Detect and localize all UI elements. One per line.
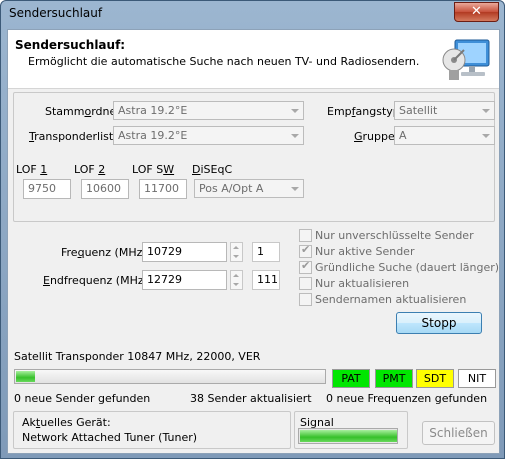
device-label: Aktuelles Gerät: (22, 416, 111, 429)
frequenz-spinner[interactable] (230, 242, 243, 262)
frequenz-step[interactable]: 1 (252, 242, 280, 262)
endfrequenz-step[interactable]: 111 (252, 270, 280, 290)
pat-badge: PAT (332, 369, 370, 388)
chevron-down-icon (482, 109, 490, 113)
endfrequenz-spinner[interactable] (230, 270, 243, 290)
chevron-down-icon (291, 187, 299, 191)
window-close-button[interactable]: ✕ (454, 2, 499, 22)
nit-badge: NIT (458, 369, 496, 388)
lof1-field[interactable]: 9750 (23, 179, 71, 199)
diseqc-value: Pos A/Opt A (199, 182, 264, 195)
dialog-window: Sendersuchlauf ✕ Sendersuchlauf: Ermögli… (0, 0, 505, 459)
empfangstyp-select[interactable]: Satellit (394, 101, 495, 120)
transponderliste-select[interactable]: Astra 19.2°E (113, 126, 304, 145)
frequenz-field[interactable]: 10729 (142, 242, 227, 262)
checkbox-box (299, 229, 312, 242)
option-label: Nur aktualisieren (315, 277, 410, 290)
stammordner-label: Stammordner (45, 105, 121, 118)
frequenz-label: Frequenz (MHz) (61, 246, 147, 259)
chevron-down-icon (291, 109, 299, 113)
checkbox-box (299, 293, 312, 306)
scan-progress-bar (14, 369, 326, 384)
new-frequencies-count: 0 neue Frequenzen gefunden (326, 392, 488, 405)
signal-fill (300, 430, 398, 442)
transponder-status: Satellit Transponder 10847 MHz, 22000, V… (14, 350, 261, 363)
checkbox-box (299, 277, 312, 290)
chevron-down-icon (291, 134, 299, 138)
lof2-label: LOF 2 (74, 163, 106, 176)
check-mark-icon: ✔ (301, 259, 311, 272)
option-label: Nur unverschlüsselte Sender (315, 229, 474, 242)
gruppe-select[interactable]: A (394, 126, 495, 145)
spin-down-icon (233, 255, 239, 258)
window-title: Sendersuchlauf (9, 6, 103, 20)
diseqc-select[interactable]: Pos A/Opt A (194, 179, 304, 198)
chevron-down-icon (482, 134, 490, 138)
stammordner-select[interactable]: Astra 19.2°E (113, 101, 304, 120)
lofsw-label: LOF SW (132, 163, 175, 176)
spin-up-icon (233, 246, 239, 249)
option-label: Gründliche Suche (dauert länger) (315, 261, 500, 274)
option-label: Nur aktive Sender (315, 245, 415, 258)
lofsw-field[interactable]: 11700 (139, 179, 187, 199)
endfrequenz-label: Endfrequenz (MHz) (43, 274, 148, 287)
option-label: Sendernamen aktualisieren (315, 293, 467, 306)
diseqc-label: DiSEqC (192, 163, 233, 176)
device-value: Network Attached Tuner (Tuner) (22, 431, 198, 444)
lof2-field[interactable]: 10600 (81, 179, 129, 199)
gruppe-value: A (399, 129, 407, 142)
close-icon: ✕ (471, 4, 482, 19)
empfangstyp-value: Satellit (399, 104, 438, 117)
transponderliste-label: Transponderliste (29, 130, 120, 143)
sdt-badge: SDT (416, 369, 454, 388)
transponderliste-value: Astra 19.2°E (118, 129, 188, 142)
signal-meter (298, 428, 398, 444)
updated-senders-count: 38 Sender aktualisiert (190, 392, 312, 405)
header-description: Ermöglicht die automatische Suche nach n… (28, 55, 420, 68)
header-title: Sendersuchlauf: (15, 38, 126, 52)
stammordner-value: Astra 19.2°E (118, 104, 188, 117)
close-button[interactable]: Schließen (422, 421, 495, 445)
check-mark-icon: ✔ (301, 243, 311, 256)
spin-down-icon (233, 283, 239, 286)
monitor-icon (442, 39, 490, 80)
empfangstyp-label: Empfangstyp (327, 105, 400, 118)
new-senders-count: 0 neue Sender gefunden (14, 392, 151, 405)
dialog-header: Sendersuchlauf: Ermöglicht die automatis… (8, 30, 499, 89)
gruppe-label: Gruppe (354, 130, 395, 143)
title-bar[interactable]: Sendersuchlauf ✕ (1, 1, 504, 25)
spin-up-icon (233, 274, 239, 277)
stopp-button[interactable]: Stopp (396, 312, 482, 334)
endfrequenz-field[interactable]: 12729 (142, 270, 227, 290)
pmt-badge: PMT (375, 369, 413, 388)
dialog-client: Sendersuchlauf: Ermöglicht die automatis… (7, 29, 500, 454)
lof1-label: LOF 1 (16, 163, 48, 176)
scan-progress-fill (16, 371, 35, 382)
